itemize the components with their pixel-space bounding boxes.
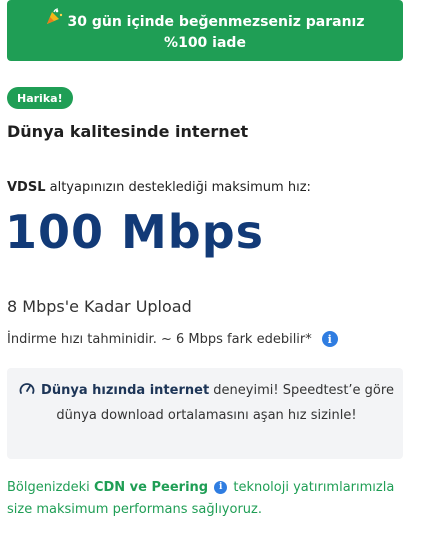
info-icon[interactable]: i [214, 480, 228, 494]
footer-bold: CDN ve Peering [93, 480, 209, 495]
guarantee-banner: 30 gün içinde beğenmezseniz paranız %100… [7, 0, 403, 61]
status-badge: Harika! [7, 87, 73, 109]
speed-note-text: İndirme hızı tahminidir. ~ 6 Mbps fark e… [7, 331, 312, 347]
speedometer-icon [19, 381, 35, 405]
speedtest-info-box: Dünya hızında internet deneyimi! Speedte… [7, 368, 403, 459]
speed-note: İndirme hızı tahminidir. ~ 6 Mbps fark e… [7, 331, 338, 347]
info-icon[interactable]: i [321, 331, 338, 347]
cdn-peering-note: Bölgenizdeki CDN ve Peering i teknoloji … [7, 477, 407, 521]
description-text: altyapınızın desteklediği maksimum hız: [45, 180, 311, 195]
speedtest-info-text: Dünya hızında internet deneyimi! Speedte… [19, 380, 394, 427]
speedtest-bold: Dünya hızında internet [41, 383, 210, 398]
technology-label: VDSL [7, 180, 46, 195]
max-speed: 100 Mbps [5, 205, 265, 259]
upload-speed: 8 Mbps'e Kadar Upload [7, 297, 192, 316]
party-popper-icon [45, 7, 63, 33]
section-title: Dünya kalitesinde internet [7, 122, 249, 141]
footer-prefix: Bölgenizdeki [7, 480, 94, 495]
speed-description: VDSL altyapınızın desteklediği maksimum … [7, 180, 311, 195]
banner-text: 30 gün içinde beğenmezseniz paranız %100… [67, 13, 365, 51]
